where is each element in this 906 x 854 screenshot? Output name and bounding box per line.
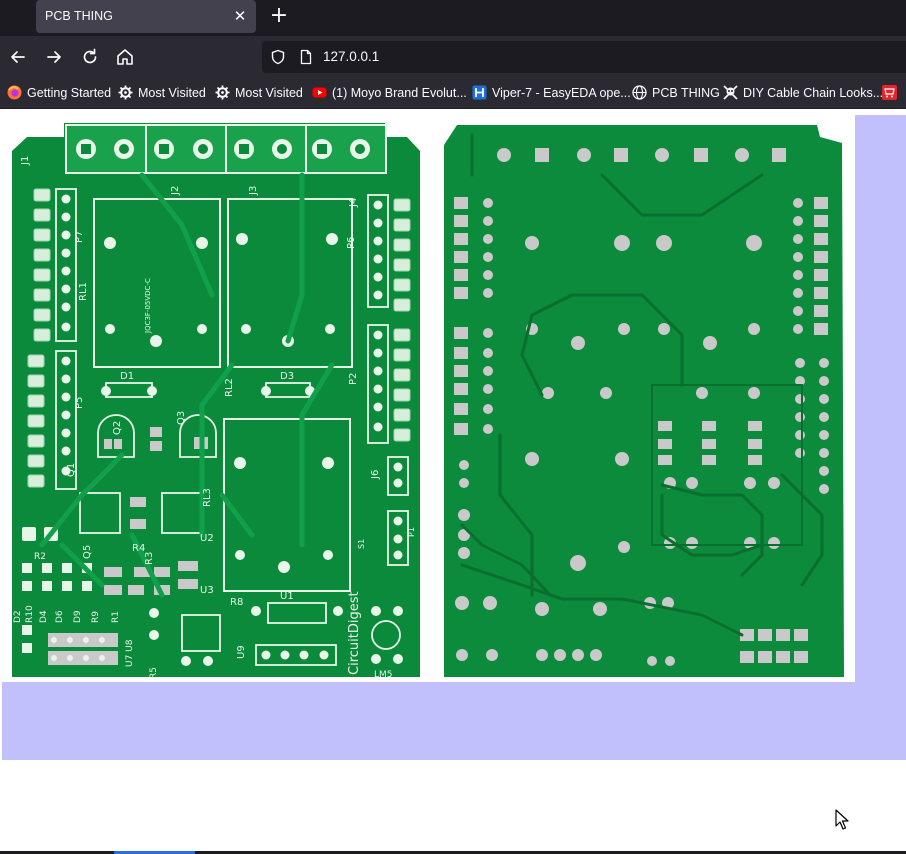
bookmark-most-visited[interactable]: Most Visited — [118, 84, 206, 102]
bookmark-pcb-thing[interactable]: PCB THING — [632, 84, 720, 102]
url-bar[interactable]: 127.0.0.1 — [262, 41, 906, 73]
url-text[interactable]: 127.0.0.1 — [323, 49, 379, 64]
bookmark-getting-started[interactable]: Getting Started — [7, 84, 111, 102]
pcb-label-rl3: RL3 — [202, 488, 213, 507]
pcb-label-u1: U1 — [280, 591, 294, 602]
pcb-label-d4: D4 — [39, 610, 49, 623]
pcb-label-u7u8: U7 U8 — [125, 639, 135, 667]
pcb-label-r10: R10 — [25, 605, 35, 623]
bookmark-diy-cable-chain[interactable]: DIY Cable Chain Looks... — [723, 84, 883, 102]
pcb-image: J1 J2 J3 J4 P7 P6 P5 P2 P1 RL1 RL2 RL3 J… — [2, 115, 855, 682]
pcb-label-rl1: RL1 — [78, 282, 89, 301]
bookmarks-toolbar: Getting Started Most Visited Most Visite… — [0, 78, 906, 109]
tab-strip: PCB THING ✕ + — [0, 0, 906, 36]
pcb-label-q2: Q2 — [112, 421, 123, 435]
cart-icon — [882, 85, 897, 100]
pcb-label-d2: D2 — [13, 610, 23, 623]
youtube-icon — [312, 87, 327, 98]
pcb-label-brand: CircuitDigest — [347, 591, 362, 675]
skull-icon — [723, 85, 738, 100]
pcb-label-q1: Q1 — [66, 463, 77, 477]
pcb-label-s1: S1 — [357, 539, 366, 549]
navigation-bar: 127.0.0.1 — [0, 36, 906, 78]
plus-icon[interactable]: + — [268, 5, 290, 27]
pcb-label-q5: Q5 — [82, 545, 93, 559]
pcb-label-p7: P7 — [74, 231, 85, 243]
reload-icon[interactable] — [79, 46, 101, 68]
pcb-label-lm5: LM5 — [374, 670, 393, 680]
page-content: J1 J2 J3 J4 P7 P6 P5 P2 P1 RL1 RL2 RL3 J… — [0, 109, 906, 854]
pcb-label-d3: D3 — [280, 371, 294, 382]
mouse-cursor-icon — [835, 809, 849, 830]
pcb-label-j1: J1 — [20, 156, 31, 166]
pcb-label-j3: J3 — [248, 186, 259, 196]
pcb-label-p1: P1 — [407, 527, 416, 537]
pcb-label-j6: J6 — [370, 470, 381, 480]
globe-icon — [632, 85, 647, 100]
pcb-label-q3: Q3 — [176, 411, 187, 425]
pcb-label-j4: J4 — [348, 198, 359, 208]
bookmark-cart[interactable] — [882, 84, 902, 102]
bookmark-moyo[interactable]: (1) Moyo Brand Evolut... — [312, 84, 467, 102]
pcb-label-p2: P2 — [348, 373, 359, 385]
pcb-label-u9: U9 — [236, 645, 247, 659]
arrow-right-icon[interactable] — [43, 46, 65, 68]
pcb-label-j2: J2 — [170, 186, 181, 196]
pcb-label-p5: P5 — [74, 397, 85, 409]
pcb-label-p6: P6 — [346, 237, 357, 249]
firefox-icon — [7, 85, 22, 100]
page-icon — [300, 49, 312, 65]
pcb-back-board — [444, 125, 844, 677]
home-icon[interactable] — [114, 46, 136, 68]
shield-icon[interactable] — [270, 49, 286, 65]
gear-icon — [118, 85, 133, 100]
bookmark-most-visited-2[interactable]: Most Visited — [215, 84, 303, 102]
gear-icon — [215, 85, 230, 100]
pcb-label-relay-part: JQC3F-05VDC-C — [144, 278, 152, 334]
pcb-label-r9: R9 — [91, 611, 101, 623]
pcb-label-r5: R5 — [149, 667, 159, 679]
pcb-front-board: J1 J2 J3 J4 P7 P6 P5 P2 P1 RL1 RL2 RL3 J… — [12, 123, 420, 680]
tab-title: PCB THING — [45, 9, 113, 23]
pcb-label-d1: D1 — [120, 371, 134, 382]
pcb-label-d9: D9 — [73, 610, 83, 623]
pcb-label-r8: R8 — [230, 597, 243, 608]
bookmark-viper[interactable]: Viper-7 - EasyEDA ope... — [472, 84, 631, 102]
pcb-label-r3: R3 — [144, 552, 155, 565]
pcb-label-r1: R1 — [111, 611, 121, 623]
pcb-label-u2: U2 — [200, 533, 214, 544]
pcb-label-u3: U3 — [200, 585, 214, 596]
close-icon[interactable]: ✕ — [230, 6, 250, 26]
easyeda-icon — [472, 85, 487, 100]
pcb-label-rl2: RL2 — [224, 378, 235, 397]
arrow-left-icon[interactable] — [7, 46, 29, 68]
tab-pcb-thing[interactable]: PCB THING ✕ — [36, 0, 256, 33]
pcb-label-d6: D6 — [55, 610, 65, 623]
pcb-label-r2: R2 — [34, 552, 46, 562]
